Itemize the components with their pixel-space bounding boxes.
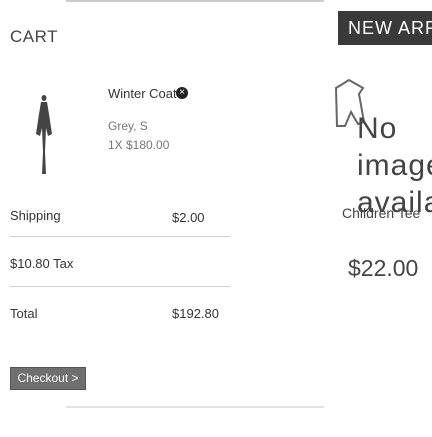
product-panel: NEW ARRIVALS No image available Children… (330, 0, 432, 437)
remove-item-icon[interactable]: × (176, 87, 188, 99)
total-value: $192.80 (172, 306, 219, 321)
tax-label: $10.80 Tax (10, 256, 74, 271)
cart-item-name[interactable]: Winter Coat (108, 86, 177, 101)
cart-title: CART (10, 27, 58, 46)
page: CART Winter Coat × Grey, S 1X $180.00 Sh… (0, 0, 432, 437)
cart-top-divider (66, 0, 324, 2)
cart-item-variant: Grey, S (108, 119, 148, 133)
total-label: Total (10, 306, 38, 321)
tax-divider (10, 286, 230, 287)
cart-bottom-divider (66, 406, 324, 408)
shipping-value: $2.00 (172, 210, 205, 225)
cart-panel: CART Winter Coat × Grey, S 1X $180.00 Sh… (0, 0, 325, 437)
product-name[interactable]: Children Tee (342, 205, 420, 221)
new-arrivals-button[interactable]: NEW ARRIVALS (338, 11, 432, 45)
product-price: $22.00 (348, 255, 419, 281)
cart-item-quantity-price: 1X $180.00 (108, 138, 170, 152)
checkout-button[interactable]: Checkout > (10, 367, 86, 390)
shipping-label: Shipping (10, 208, 61, 223)
product-figure-thumbnail (22, 90, 66, 180)
shipping-divider (10, 236, 230, 237)
